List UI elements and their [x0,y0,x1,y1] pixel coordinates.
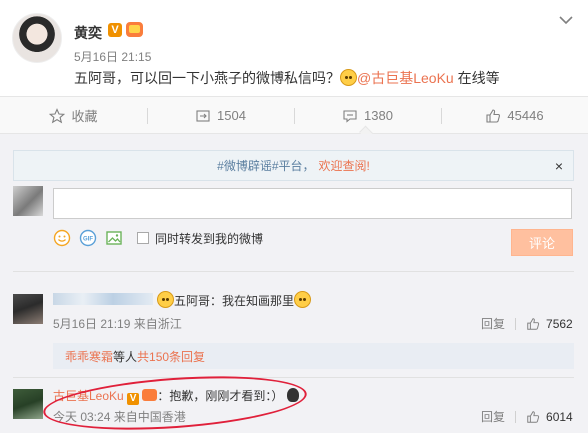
author-avatar[interactable] [12,13,62,63]
commenter-avatar[interactable] [13,294,43,324]
mention-link[interactable]: @古巨基LeoKu [357,70,454,86]
emoji-face-icon [157,291,174,308]
reply-user-link[interactable]: 乖乖寒霜 [65,348,113,365]
emoji-face-icon [294,291,312,308]
post-text-tail: 在线等 [453,70,500,86]
like-icon [486,108,501,123]
comment-meta: 5月16日 21:19 来自浙江 [53,317,182,331]
rumor-notice-banner: #微博辟谣#平台， 欢迎查阅! × [13,150,574,181]
notice-hashtag[interactable]: #微博辟谣#平台， [217,157,314,174]
star-icon [49,107,66,123]
repost-button[interactable]: 1504 [147,97,294,134]
sync-repost-label: 同时转发到我的微博 [155,231,264,246]
post-time[interactable]: 5月16日 21:15 [74,48,151,65]
like-count: 45446 [507,108,544,123]
reply-button[interactable]: 回复 [481,408,505,425]
post-text-body: 五阿哥，可以回一下小燕子的微博私信吗？ [74,70,340,86]
divider [13,377,574,378]
divider [515,317,517,330]
favorite-button[interactable]: 收藏 [0,97,147,134]
repost-icon [196,109,210,122]
verified-badge-icon: V [108,23,122,37]
svg-text:GIF: GIF [83,237,93,243]
image-icon[interactable] [105,229,123,247]
favorite-label: 收藏 [71,109,98,124]
member-crown-icon [126,22,143,37]
comment-body: 五阿哥：我在知画那里 [174,294,295,308]
commenter-avatar[interactable] [13,389,43,419]
notice-link[interactable]: 欢迎查阅! [319,157,370,174]
submit-comment-button[interactable]: 评论 [511,229,573,256]
comment-text: 五阿哥：我在知画那里 [157,291,312,309]
like-count: 7562 [546,316,573,331]
divider [515,410,517,423]
like-count: 6014 [546,409,573,424]
like-icon[interactable] [526,317,540,331]
emoji-icon[interactable] [53,229,71,247]
action-bar: 收藏 1504 1380 45446 [0,96,588,134]
gif-icon[interactable]: GIF [79,229,97,247]
comment-actions: 回复 7562 [481,315,573,332]
reply-count-link[interactable]: 共150条回复 [137,348,205,365]
sync-repost-checkbox[interactable] [137,232,149,244]
divider [13,271,574,272]
post-text: 五阿哥，可以回一下小燕子的微博私信吗？ @古巨基LeoKu 在线等 [74,68,500,88]
annotation-circle [41,368,309,433]
reply-summary-middle: 等人 [113,349,138,364]
blurred-username[interactable] [53,293,153,305]
like-icon[interactable] [526,410,540,424]
author-name[interactable]: 黄奕 [74,23,102,43]
close-icon[interactable]: × [555,158,563,174]
like-button[interactable]: 45446 [441,97,588,134]
reply-summary[interactable]: 乖乖寒霜 等人 共150条回复 [53,343,574,369]
comment-count: 1380 [364,108,393,123]
my-avatar [13,186,43,216]
emoji-face-icon [340,69,357,86]
comment-button[interactable]: 1380 [294,97,441,134]
reply-button[interactable]: 回复 [481,315,505,332]
composer-toolbar: GIF 同时转发到我的微博 [53,229,263,247]
post-header: 黄奕 V 5月16日 21:15 五阿哥，可以回一下小燕子的微博私信吗？ @古巨基… [0,0,588,96]
chevron-down-icon[interactable] [558,12,574,28]
comment-actions: 回复 6014 [481,408,573,425]
comment-input[interactable] [53,188,572,219]
comment-icon [343,109,357,123]
comment-section: #微博辟谣#平台， 欢迎查阅! × GIF 同时转发到我的微博 评论 五阿哥：我… [0,134,588,433]
repost-count: 1504 [217,108,246,123]
